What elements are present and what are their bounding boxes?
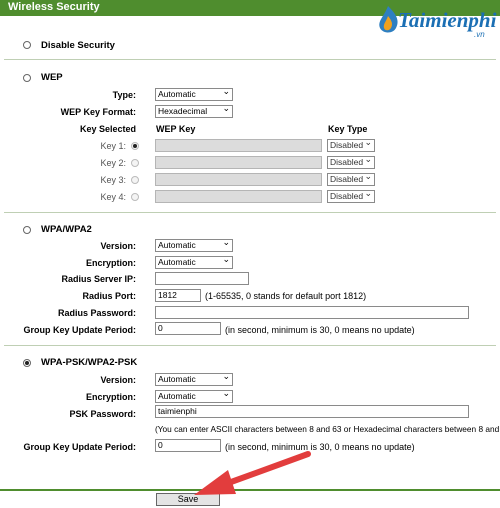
wpa-group-key-hint: (in second, minimum is 30, 0 means no up… — [225, 325, 415, 335]
wep-type-select[interactable]: Automatic — [155, 86, 233, 101]
key-2-input[interactable] — [155, 156, 322, 169]
wep-type-label: Type: — [112, 90, 136, 100]
wpa-encryption-label: Encryption: — [85, 258, 136, 268]
key-2-label: Key 2: — [100, 158, 126, 168]
radius-port-label: Radius Port: — [82, 291, 136, 301]
psk-password-input[interactable]: taimienphi — [155, 405, 469, 418]
psk-encryption-select[interactable]: Automatic — [155, 388, 233, 403]
divider — [4, 345, 496, 346]
psk-password-label: PSK Password: — [69, 409, 136, 419]
key-3-input[interactable] — [155, 173, 322, 186]
radius-port-input[interactable]: 1812 — [155, 289, 201, 302]
psk-password-hint: (You can enter ASCII characters between … — [155, 424, 500, 434]
radius-password-label: Radius Password: — [57, 308, 136, 318]
wpa-group-key-label: Group Key Update Period: — [23, 325, 136, 335]
key-4-input[interactable] — [155, 190, 322, 203]
key-3-label: Key 3: — [100, 175, 126, 185]
key-1-radio[interactable] — [131, 142, 139, 150]
radius-server-ip-input[interactable] — [155, 272, 249, 285]
key-2-type-select[interactable]: Disabled — [327, 154, 375, 169]
wpa-encryption-select[interactable]: Automatic — [155, 254, 233, 269]
radius-port-hint: (1-65535, 0 stands for default port 1812… — [205, 291, 367, 301]
key-selected-header: Key Selected — [79, 124, 136, 134]
disable-security-label: Disable Security — [41, 40, 115, 51]
divider — [4, 59, 496, 60]
page-title: Wireless Security — [8, 1, 100, 13]
wep-key-format-label: WEP Key Format: — [60, 107, 136, 117]
key-1-input[interactable] — [155, 139, 322, 152]
wpa-version-select[interactable]: Automatic — [155, 237, 233, 252]
wep-radio[interactable] — [23, 74, 31, 82]
wpa-psk-title: WPA-PSK/WPA2-PSK — [41, 357, 138, 368]
wpa-psk-radio[interactable] — [23, 359, 31, 367]
arrow-annotation-icon — [194, 451, 311, 495]
key-1-type-select[interactable]: Disabled — [327, 137, 375, 152]
key-type-header: Key Type — [328, 124, 368, 134]
key-1-label: Key 1: — [100, 141, 126, 151]
wpa-title: WPA/WPA2 — [41, 224, 92, 235]
key-3-radio[interactable] — [131, 176, 139, 184]
wpa-version-label: Version: — [100, 241, 136, 251]
logo-suffix: .vn — [474, 30, 485, 39]
disable-security-radio[interactable] — [23, 41, 31, 49]
wep-title: WEP — [41, 72, 63, 83]
psk-encryption-label: Encryption: — [85, 392, 136, 402]
key-4-label: Key 4: — [100, 192, 126, 202]
wpa-radio[interactable] — [23, 226, 31, 234]
key-3-type-select[interactable]: Disabled — [327, 171, 375, 186]
wpa-group-key-input[interactable]: 0 — [155, 322, 221, 335]
key-4-radio[interactable] — [131, 193, 139, 201]
wep-key-format-select[interactable]: Hexadecimal — [155, 103, 233, 118]
divider — [4, 212, 496, 213]
radius-password-input[interactable] — [155, 306, 469, 319]
psk-group-key-label: Group Key Update Period: — [23, 442, 136, 452]
wep-key-header: WEP Key — [156, 124, 196, 134]
key-2-radio[interactable] — [131, 159, 139, 167]
logo: Taimienphi .vn — [374, 4, 498, 42]
radius-server-ip-label: Radius Server IP: — [61, 274, 136, 284]
key-4-type-select[interactable]: Disabled — [327, 188, 375, 203]
psk-version-select[interactable]: Automatic — [155, 371, 233, 386]
psk-version-label: Version: — [100, 375, 136, 385]
